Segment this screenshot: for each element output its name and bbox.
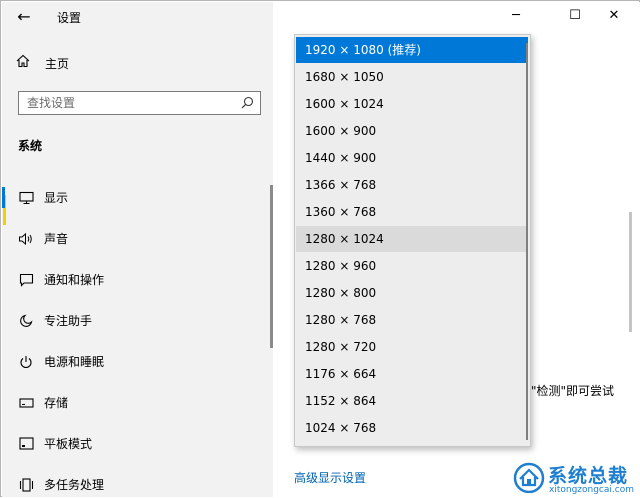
section-title: 系统 [18, 139, 43, 153]
back-button[interactable]: ← [12, 6, 36, 28]
tablet-icon [18, 436, 34, 452]
resolution-option[interactable]: 1280 × 960 [296, 253, 528, 279]
search-icon[interactable] [241, 96, 254, 109]
watermark-title: 系统总裁 [548, 465, 629, 487]
sidebar-item-label: 专注助手 [44, 314, 93, 328]
resolution-option[interactable]: 1600 × 1024 [296, 91, 528, 117]
resolution-option[interactable]: 1024 × 768 [296, 415, 528, 441]
home-label: 主页 [45, 57, 70, 71]
sidebar-item-sound[interactable]: 声音 [2, 218, 273, 259]
monitor-icon [18, 190, 34, 206]
search-box[interactable] [18, 91, 261, 115]
sidebar-item-label: 多任务处理 [44, 478, 105, 492]
home-icon [16, 54, 32, 73]
sidebar-item-notifications[interactable]: 通知和操作 [2, 259, 273, 300]
dropdown-scrollbar[interactable] [526, 43, 528, 440]
sidebar-item-label: 电源和睡眠 [44, 355, 105, 369]
resolution-option[interactable]: 1280 × 1024 [296, 226, 528, 252]
resolution-option[interactable]: 1680 × 1050 [296, 64, 528, 90]
sidebar-item-label: 显示 [44, 191, 69, 205]
resolution-option[interactable]: 1152 × 864 [296, 388, 528, 414]
resolution-option[interactable]: 1920 × 1080 (推荐) [296, 37, 528, 63]
sidebar-item-focus-assist[interactable]: 专注助手 [2, 300, 273, 341]
resolution-option[interactable]: 1366 × 768 [296, 172, 528, 198]
search-input[interactable] [27, 93, 232, 113]
sidebar-item-storage[interactable]: 存储 [2, 382, 273, 423]
sidebar-item-tablet-mode[interactable]: 平板模式 [2, 423, 273, 464]
minimize-button[interactable]: ─ [508, 8, 524, 24]
settings-window: ← 设置 主页 系统 显示 [0, 0, 640, 497]
sidebar-item-label: 存储 [44, 396, 69, 410]
storage-icon [18, 395, 34, 411]
notification-icon [18, 272, 34, 288]
maximize-button[interactable]: ☐ [567, 8, 583, 24]
watermark-logo: 系统总裁 xitongzongcai.com [513, 459, 640, 498]
app-title: 设置 [57, 11, 82, 25]
sidebar-item-display[interactable]: 显示 [2, 177, 273, 218]
resolution-option[interactable]: 1176 × 664 [296, 361, 528, 387]
sidebar-item-multitasking[interactable]: 多任务处理 [2, 464, 273, 497]
multitask-icon [18, 477, 34, 493]
sidebar-item-label: 平板模式 [44, 437, 93, 451]
resolution-option[interactable]: 1360 × 768 [296, 199, 528, 225]
main-scrollbar[interactable] [629, 212, 632, 332]
sidebar-item-power-sleep[interactable]: 电源和睡眠 [2, 341, 273, 382]
house-logo-icon [513, 461, 545, 494]
sidebar-item-home[interactable]: 主页 [16, 54, 69, 73]
watermark-subtitle: xitongzongcai.com [549, 485, 634, 495]
sidebar-item-label: 声音 [44, 232, 69, 246]
sidebar-nav: 显示 声音 通知和操作 专注助手 电源和睡眠 存储 平板模式 多任务处理 [2, 177, 273, 497]
power-icon [18, 354, 34, 370]
sidebar-item-label: 通知和操作 [44, 273, 105, 287]
sidebar: ← 设置 主页 系统 显示 [2, 2, 273, 497]
speaker-icon [18, 231, 34, 247]
resolution-option[interactable]: 1440 × 900 [296, 145, 528, 171]
resolution-option[interactable]: 1280 × 768 [296, 307, 528, 333]
resolution-option[interactable]: 1280 × 800 [296, 280, 528, 306]
resolution-option[interactable]: 1280 × 720 [296, 334, 528, 360]
close-button[interactable]: ✕ [606, 8, 622, 24]
detect-hint-text: "检测"即可尝试 [531, 384, 615, 398]
moon-icon [18, 313, 34, 329]
resolution-dropdown[interactable]: 1920 × 1080 (推荐) 1680 × 1050 1600 × 1024… [294, 34, 531, 447]
resolution-option[interactable]: 1600 × 900 [296, 118, 528, 144]
advanced-display-settings-link[interactable]: 高级显示设置 [294, 469, 366, 486]
